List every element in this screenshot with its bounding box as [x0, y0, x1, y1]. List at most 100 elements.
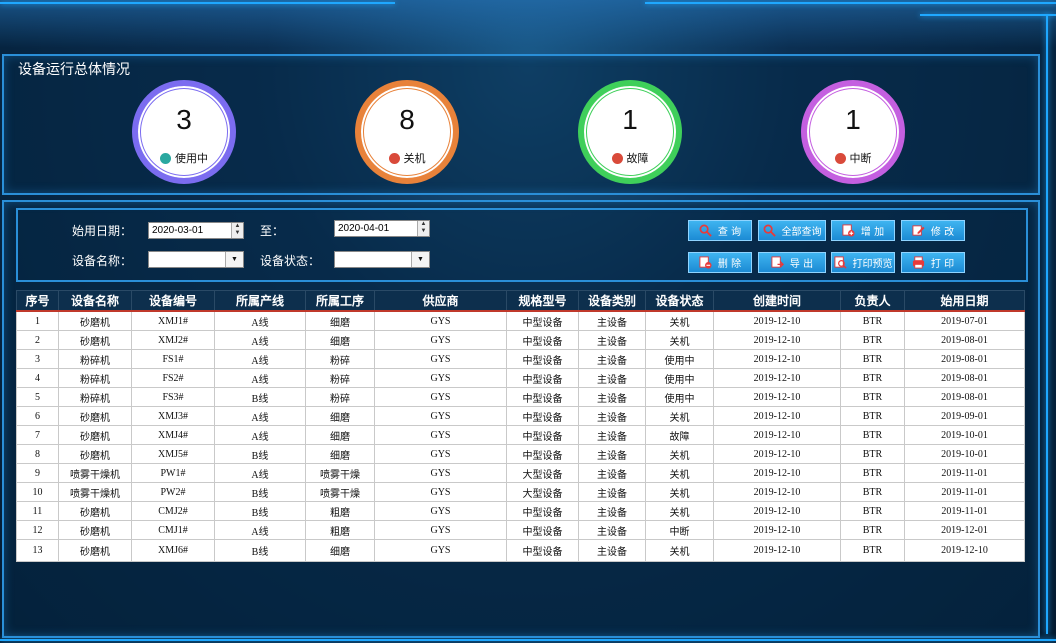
- column-header[interactable]: 规格型号: [506, 290, 579, 312]
- table-body: 1 砂磨机 XMJ1# A线 细磨 GYS 中型设备 主设备 关机 2019-12-10 BTR 20…: [16, 310, 1025, 562]
- table-row[interactable]: 6 砂磨机 XMJ3# A线 细磨 GYS 中型设备 主设备 关机 2019-12-10 BTR 20…: [16, 406, 1025, 426]
- stat-in-use: 3 使用中: [132, 80, 236, 184]
- table-cell: 大型设备: [506, 463, 579, 483]
- print-button-label: 打 印: [930, 259, 955, 270]
- column-header[interactable]: 所属产线: [214, 290, 306, 312]
- date-spinner[interactable]: ▲ ▼: [231, 223, 243, 238]
- table-cell: 主设备: [578, 463, 646, 483]
- table-cell: 粉碎: [305, 368, 375, 388]
- table-cell: A线: [214, 349, 306, 369]
- table-cell: BTR: [840, 463, 905, 483]
- print-preview-button[interactable]: 打印预览: [831, 252, 895, 273]
- table-row[interactable]: 3 粉碎机 FS1# A线 粉碎 GYS 中型设备 主设备 使用中 2019-12-10 BTR 20…: [16, 349, 1025, 369]
- table-cell: 砂磨机: [58, 520, 132, 540]
- table-row[interactable]: 1 砂磨机 XMJ1# A线 细磨 GYS 中型设备 主设备 关机 2019-12-10 BTR 20…: [16, 310, 1025, 331]
- stat-off: 8 关机: [355, 80, 459, 184]
- edit-button[interactable]: 修 改: [901, 220, 965, 241]
- table-row[interactable]: 11 砂磨机 CMJ2# B线 粗磨 GYS 中型设备 主设备 关机 2019-12-10 BTR 2…: [16, 501, 1025, 521]
- column-header[interactable]: 设备名称: [58, 290, 132, 312]
- column-header[interactable]: 所属工序: [305, 290, 375, 312]
- table-cell: 砂磨机: [58, 406, 132, 426]
- table-row[interactable]: 5 粉碎机 FS3# B线 粉碎 GYS 中型设备 主设备 使用中 2019-12-10 BTR 20…: [16, 387, 1025, 407]
- table-row[interactable]: 12 砂磨机 CMJ1# A线 粗磨 GYS 中型设备 主设备 中断 2019-12-10 BTR 2…: [16, 520, 1025, 540]
- table-cell: 故障: [645, 425, 714, 445]
- table-cell: 3: [16, 349, 59, 369]
- power-icon: [388, 152, 400, 164]
- table-cell: 4: [16, 368, 59, 388]
- table-cell: 细磨: [305, 539, 375, 562]
- table-row[interactable]: 4 粉碎机 FS2# A线 粉碎 GYS 中型设备 主设备 使用中 2019-12-10 BTR 20…: [16, 368, 1025, 388]
- table-row[interactable]: 10 喷雾干燥机 PW2# B线 喷雾干燥 GYS 大型设备 主设备 关机 2019-12-10 B…: [16, 482, 1025, 502]
- column-header[interactable]: 设备类别: [578, 290, 646, 312]
- table-row[interactable]: 13 砂磨机 XMJ6# B线 细磨 GYS 中型设备 主设备 关机 2019-12-10 BTR 2…: [16, 539, 1025, 562]
- table-cell: 2019-12-10: [713, 463, 841, 483]
- table-cell: 中型设备: [506, 406, 579, 426]
- column-header[interactable]: 供应商: [374, 290, 507, 312]
- equipment-name-select[interactable]: ▼: [148, 251, 244, 268]
- preview-icon: [833, 256, 847, 269]
- table-cell: GYS: [374, 425, 507, 445]
- warning-icon: [834, 152, 846, 164]
- table-cell: 细磨: [305, 425, 375, 445]
- table-row[interactable]: 9 喷雾干燥机 PW1# A线 喷雾干燥 GYS 大型设备 主设备 关机 2019-12-10 BT…: [16, 463, 1025, 483]
- to-label: 至：: [260, 224, 285, 238]
- export-button[interactable]: 导 出: [758, 252, 826, 273]
- equipment-status-select[interactable]: ▼: [334, 251, 430, 268]
- table-row[interactable]: 8 砂磨机 XMJ5# B线 细磨 GYS 中型设备 主设备 关机 2019-12-10 BTR 20…: [16, 444, 1025, 464]
- frame-line: [920, 14, 1056, 16]
- table-cell: GYS: [374, 387, 507, 407]
- query-button[interactable]: 查 询: [688, 220, 752, 241]
- column-header[interactable]: 创建时间: [713, 290, 841, 312]
- start-date-input[interactable]: 2020-03-01 ▲ ▼: [148, 222, 244, 239]
- table-cell: 中型设备: [506, 330, 579, 350]
- table-cell: 砂磨机: [58, 539, 132, 562]
- table-cell: 中型设备: [506, 520, 579, 540]
- equipment-panel: 始用日期： 2020-03-01 ▲ ▼ 至： 2020-04-01 ▲ ▼ 设备名…: [2, 200, 1040, 638]
- stat-label-row: 关机: [361, 150, 453, 166]
- table-cell: A线: [214, 310, 306, 331]
- table-cell: 主设备: [578, 330, 646, 350]
- header-glow: [0, 0, 1056, 48]
- table-cell: GYS: [374, 444, 507, 464]
- table-cell: GYS: [374, 310, 507, 331]
- export-icon: [771, 256, 784, 268]
- table-cell: 主设备: [578, 387, 646, 407]
- table-cell: B线: [214, 482, 306, 502]
- table-cell: 中型设备: [506, 501, 579, 521]
- end-date-input[interactable]: 2020-04-01 ▲ ▼: [334, 220, 430, 237]
- equipment-table: 序号 设备名称 设备编号 所属产线 所属工序 供应商 规格型号 设备类别 设备状态 创建时间 负责人…: [16, 290, 1025, 562]
- table-cell: 细磨: [305, 406, 375, 426]
- print-button[interactable]: 打 印: [901, 252, 965, 273]
- table-cell: 2019-12-10: [713, 349, 841, 369]
- table-cell: 砂磨机: [58, 501, 132, 521]
- table-cell: 粗磨: [305, 501, 375, 521]
- search-icon: [699, 224, 712, 237]
- column-header[interactable]: 序号: [16, 290, 59, 312]
- summary-panel: 设备运行总体情况 3 使用中 8 关机 1 故障 1 中断: [2, 54, 1040, 195]
- chevron-down-icon[interactable]: ▼: [225, 252, 243, 267]
- table-cell: 主设备: [578, 425, 646, 445]
- add-button[interactable]: 增 加: [831, 220, 895, 241]
- equipment-name-label: 设备名称：: [72, 254, 133, 268]
- chevron-down-icon[interactable]: ▼: [411, 252, 429, 267]
- date-spinner[interactable]: ▲ ▼: [417, 221, 429, 236]
- table-cell: 9: [16, 463, 59, 483]
- column-header[interactable]: 始用日期: [904, 290, 1025, 312]
- query-all-button[interactable]: 全部查询: [758, 220, 826, 241]
- stat-count: 1: [622, 104, 638, 135]
- column-header[interactable]: 负责人: [840, 290, 905, 312]
- table-cell: 粉碎机: [58, 349, 132, 369]
- printer-icon: [912, 256, 924, 269]
- delete-button[interactable]: 删 除: [688, 252, 752, 273]
- table-cell: B线: [214, 539, 306, 562]
- table-cell: 2019-08-01: [904, 330, 1025, 350]
- table-row[interactable]: 2 砂磨机 XMJ2# A线 细磨 GYS 中型设备 主设备 关机 2019-12-10 BTR 20…: [16, 330, 1025, 350]
- column-header[interactable]: 设备编号: [131, 290, 215, 312]
- table-cell: GYS: [374, 330, 507, 350]
- table-cell: 喷雾干燥机: [58, 463, 132, 483]
- table-cell: 主设备: [578, 310, 646, 331]
- table-cell: 砂磨机: [58, 425, 132, 445]
- delete-icon: [699, 256, 712, 269]
- table-row[interactable]: 7 砂磨机 XMJ4# A线 细磨 GYS 中型设备 主设备 故障 2019-12-10 BTR 20…: [16, 425, 1025, 445]
- column-header[interactable]: 设备状态: [645, 290, 714, 312]
